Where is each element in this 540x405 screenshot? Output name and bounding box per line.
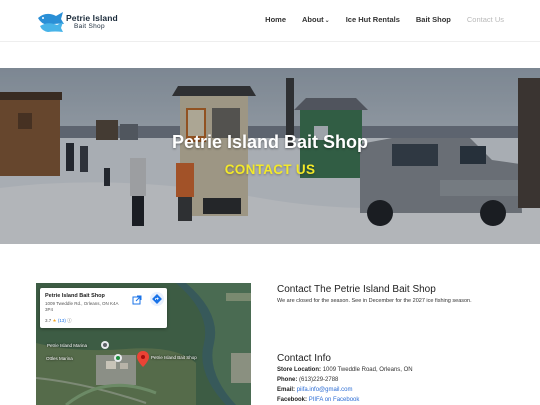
store-location-line: Store Location: 1009 Tweddle Road, Orlea… xyxy=(277,367,413,373)
info-icon: ⓘ xyxy=(67,318,72,323)
map-label-marina: Petrie Island Marina xyxy=(47,343,88,348)
site-logo[interactable]: Petrie Island Bait Shop xyxy=(36,8,126,36)
star-icon: ★ xyxy=(52,318,57,323)
directions-icon xyxy=(152,294,162,304)
facebook-link[interactable]: PIIFA on Facebook xyxy=(309,397,360,403)
facebook-line: Facebook: PIIFA on Facebook xyxy=(277,397,359,403)
site-header: Petrie Island Bait Shop Home About⌄ Ice … xyxy=(0,0,540,42)
nav-ice-hut-rentals[interactable]: Ice Hut Rentals xyxy=(346,15,400,24)
main-nav: Home About⌄ Ice Hut Rentals Bait Shop Co… xyxy=(249,15,504,24)
hero-subtitle: CONTACT US xyxy=(224,162,316,177)
nav-contact-us[interactable]: Contact Us xyxy=(467,15,504,24)
phone-label: Phone: xyxy=(277,377,298,383)
map-place-rating: 3.7 ★ (13) ⓘ xyxy=(45,318,72,324)
nav-about-label: About xyxy=(302,15,324,24)
open-in-maps-icon[interactable] xyxy=(131,294,143,306)
map-label-pin: Petrie Island Bait Shop xyxy=(151,355,197,360)
email-label: Email: xyxy=(277,387,296,393)
contact-info-heading: Contact Info xyxy=(277,353,331,364)
email-line: Email: piifa.info@gmail.com xyxy=(277,387,352,393)
map-info-card: Petrie Island Bait Shop 1009 Tweddle Rd.… xyxy=(40,288,167,328)
map-label-outlet: Ottles Marina xyxy=(46,356,73,361)
brand-subname: Bait Shop xyxy=(74,23,105,30)
store-location-value: 1009 Tweddle Road, Orleans, ON xyxy=(322,367,413,373)
email-link[interactable]: piifa.info@gmail.com xyxy=(297,387,353,393)
phone-value: (613)229-2788 xyxy=(299,377,339,383)
directions-button[interactable] xyxy=(150,292,164,306)
map-place-name: Petrie Island Bait Shop xyxy=(45,293,105,299)
nav-home[interactable]: Home xyxy=(265,15,286,24)
store-location-label: Store Location: xyxy=(277,367,322,373)
hero-title: Petrie Island Bait Shop xyxy=(171,132,369,152)
nav-bait-shop[interactable]: Bait Shop xyxy=(416,15,451,24)
contact-body: We are closed for the season. See in Dec… xyxy=(277,298,472,304)
hero-overlay xyxy=(0,68,540,244)
fish-logo-icon xyxy=(38,12,64,32)
review-count-link[interactable]: (13) xyxy=(58,318,66,323)
brand-name: Petrie Island xyxy=(66,13,118,23)
rating-value: 3.7 xyxy=(45,318,52,323)
phone-line: Phone: (613)229-2788 xyxy=(277,377,338,383)
nav-about[interactable]: About⌄ xyxy=(302,15,330,24)
hero-banner: Petrie Island Bait Shop CONTACT US xyxy=(0,68,540,244)
facebook-label: Facebook: xyxy=(277,397,308,403)
contact-heading: Contact The Petrie Island Bait Shop xyxy=(277,284,436,295)
map-place-address: 1009 Tweddle Rd., Orleans, ON K4A 3P4 xyxy=(45,301,119,312)
chevron-down-icon: ⌄ xyxy=(324,18,330,24)
